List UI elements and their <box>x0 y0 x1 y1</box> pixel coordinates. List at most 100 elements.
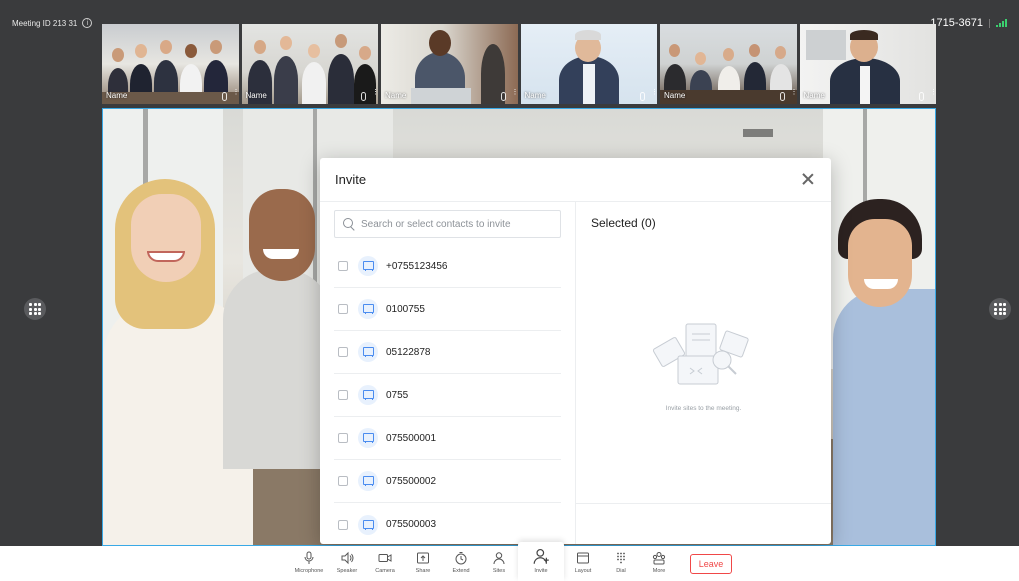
participant-thumbnail-strip: Name ⋮ Name ⋮ Name ⋮ Name ⋮ <box>102 24 936 104</box>
terminal-device-icon <box>358 256 378 276</box>
participant-thumbnail[interactable]: Name ⋮ <box>799 24 936 104</box>
microphone-icon <box>500 92 506 101</box>
toolbar-label: Extend <box>452 568 470 574</box>
info-icon[interactable]: i <box>82 18 93 28</box>
contact-checkbox[interactable] <box>338 304 348 314</box>
participant-name: Name <box>524 91 546 100</box>
contact-row[interactable]: 0100755 <box>334 288 561 331</box>
terminal-device-icon <box>358 299 378 319</box>
contact-label: 075500003 <box>386 519 437 530</box>
timer-icon <box>455 552 467 565</box>
toolbar-label: Invite <box>534 568 548 574</box>
terminal-device-icon <box>358 428 378 448</box>
contact-checkbox[interactable] <box>338 347 348 357</box>
terminal-device-icon <box>358 514 378 535</box>
toolbar-label: More <box>652 568 666 574</box>
terminal-device-icon <box>358 342 378 362</box>
speaker-button[interactable]: Speaker <box>328 546 366 581</box>
meeting-code: 1715-3671 <box>930 17 983 29</box>
participant-name: Name <box>664 91 686 100</box>
more-vertical-icon[interactable]: ⋮ <box>651 89 657 99</box>
extend-button[interactable]: Extend <box>442 546 480 581</box>
contact-label: 075500001 <box>386 432 437 444</box>
share-icon <box>417 552 429 564</box>
selected-count-title: Selected (0) <box>591 216 656 230</box>
share-button[interactable]: Share <box>404 546 442 581</box>
speaker-icon <box>341 551 354 565</box>
meeting-code-area: 1715-3671 <box>930 17 1007 29</box>
participant-thumbnail[interactable]: Name ⋮ <box>241 24 378 104</box>
microphone-icon <box>221 92 227 101</box>
grid-icon <box>29 303 41 315</box>
group-icon <box>652 552 666 565</box>
contact-checkbox[interactable] <box>338 476 348 486</box>
grid-menu-button-left[interactable] <box>24 298 46 320</box>
toolbar-label: Share <box>415 568 431 574</box>
more-vertical-icon[interactable]: ⋮ <box>372 89 378 99</box>
meeting-id-label: Meeting ID 213 31 i <box>12 18 93 28</box>
terminal-device-icon <box>358 385 378 405</box>
contact-row[interactable]: 075500002 <box>334 460 561 503</box>
toolbar-label: Speaker <box>336 568 358 574</box>
meeting-id-text: Meeting ID 213 31 <box>12 18 78 28</box>
more-vertical-icon[interactable]: ⋮ <box>791 89 797 99</box>
contact-checkbox[interactable] <box>338 519 348 530</box>
terminal-device-icon <box>358 471 378 491</box>
toolbar-label: Dial <box>616 568 626 574</box>
add-person-icon <box>533 548 549 564</box>
contact-checkbox[interactable] <box>338 390 348 400</box>
empty-state-text: Invite sites to the meeting. <box>665 405 742 412</box>
contact-label: 0100755 <box>386 303 425 315</box>
sites-button[interactable]: Sites <box>480 546 518 581</box>
camera-button[interactable]: Camera <box>366 546 404 581</box>
contact-label: 0755 <box>386 389 409 401</box>
participant-name: Name <box>803 91 825 100</box>
participant-thumbnail[interactable]: Name ⋮ <box>102 24 239 104</box>
search-input[interactable] <box>361 218 556 230</box>
microphone-icon <box>304 551 314 564</box>
contact-row[interactable]: 075500003 <box>334 503 561 544</box>
contact-row[interactable]: 0755 <box>334 374 561 417</box>
participant-name: Name <box>385 91 407 100</box>
toolbar-label: Sites <box>492 568 506 574</box>
contact-row[interactable]: 05122878 <box>334 331 561 374</box>
signal-bars-icon <box>996 19 1007 27</box>
participant-thumbnail[interactable]: Name ⋮ <box>381 24 518 104</box>
contact-row[interactable]: +0755123456 <box>334 245 561 288</box>
participant-name: Name <box>245 91 267 100</box>
divider <box>576 503 831 504</box>
divider <box>989 18 990 28</box>
grid-icon <box>994 303 1006 315</box>
more-vertical-icon[interactable]: ⋮ <box>930 89 936 99</box>
empty-invite-illustration-icon <box>652 323 749 385</box>
participant-thumbnail[interactable]: Name ⋮ <box>520 24 657 104</box>
invite-button[interactable]: Invite <box>518 542 564 581</box>
more-vertical-icon[interactable]: ⋮ <box>233 89 239 99</box>
contacts-pane: +0755123456 0100755 05122878 0755 075500 <box>320 202 576 544</box>
layout-icon <box>577 552 589 564</box>
meeting-toolbar: Microphone Speaker Camera Share Extend S… <box>0 542 1019 581</box>
search-box[interactable] <box>334 210 561 238</box>
grid-menu-button-right[interactable] <box>989 298 1011 320</box>
layout-button[interactable]: Layout <box>564 546 602 581</box>
selected-pane: Selected (0) Invite sites to the meeting… <box>576 202 831 544</box>
microphone-icon <box>919 92 924 101</box>
contact-label: 075500002 <box>386 475 437 487</box>
contact-checkbox[interactable] <box>338 433 348 443</box>
more-vertical-icon[interactable]: ⋮ <box>512 89 518 99</box>
participant-name: Name <box>106 91 128 100</box>
microphone-button[interactable]: Microphone <box>290 546 328 581</box>
contact-list: +0755123456 0100755 05122878 0755 075500 <box>334 245 561 544</box>
participant-thumbnail[interactable]: Name ⋮ <box>660 24 797 104</box>
contact-row[interactable]: 075500001 <box>334 417 561 460</box>
contact-label: +0755123456 <box>386 260 448 272</box>
leave-button[interactable]: Leave <box>690 554 732 574</box>
contact-checkbox[interactable] <box>338 261 348 271</box>
microphone-icon <box>361 92 366 101</box>
more-button[interactable]: More <box>640 546 678 581</box>
toolbar-label: Layout <box>574 568 592 574</box>
contact-label: 05122878 <box>386 346 431 358</box>
invite-dialog: Invite +0755123456 0100755 05122878 <box>320 158 831 544</box>
close-icon[interactable] <box>800 171 816 187</box>
dial-button[interactable]: Dial <box>602 546 640 581</box>
